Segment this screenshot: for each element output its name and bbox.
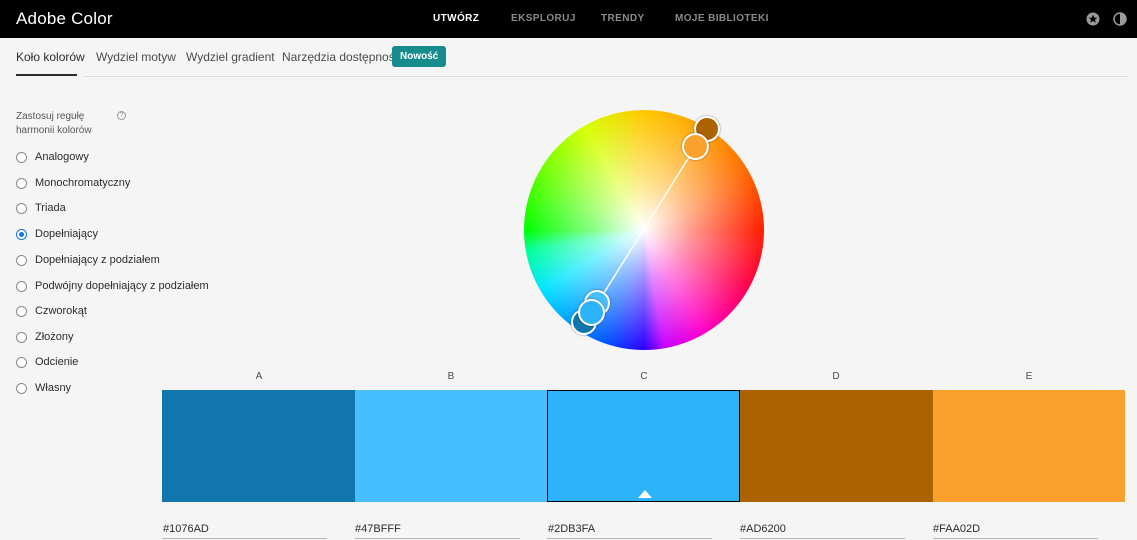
radio-label: Dopełniający z podziałem bbox=[35, 254, 160, 266]
harmony-connector bbox=[591, 145, 697, 313]
radio-button[interactable] bbox=[16, 332, 27, 343]
radio-label: Odcienie bbox=[35, 356, 79, 368]
radio-button[interactable] bbox=[16, 281, 27, 292]
radio-label: Podwójny dopełniający z podziałem bbox=[35, 280, 209, 292]
theme-toggle-icon[interactable] bbox=[1113, 12, 1127, 26]
swatch-letter-c: C bbox=[640, 371, 648, 382]
tab-extract-gradient[interactable]: Wydziel gradient bbox=[186, 50, 275, 64]
tab-color-wheel[interactable]: Koło kolorów bbox=[16, 50, 85, 64]
radio-button[interactable] bbox=[16, 203, 27, 214]
new-badge[interactable]: Nowość bbox=[392, 46, 447, 67]
active-tab-underline bbox=[16, 74, 77, 76]
hex-value-b[interactable]: #47BFFF bbox=[355, 523, 401, 535]
nav-explore[interactable]: EKSPLORUJ bbox=[511, 13, 576, 24]
swatch-letter-b: B bbox=[447, 371, 455, 382]
tab-accessibility-tools[interactable]: Narzędzia dostępności bbox=[282, 50, 403, 64]
hex-value-a[interactable]: #1076AD bbox=[163, 523, 209, 535]
radio-button[interactable] bbox=[16, 306, 27, 317]
swatch-c-selected[interactable] bbox=[547, 390, 740, 502]
hex-value-d[interactable]: #AD6200 bbox=[740, 523, 786, 535]
radio-label: Analogowy bbox=[35, 151, 89, 163]
radio-label: Dopełniający bbox=[35, 228, 98, 240]
selected-caret-icon bbox=[638, 490, 652, 498]
radio-button[interactable] bbox=[16, 383, 27, 394]
subnav-divider bbox=[84, 76, 1129, 77]
star-icon[interactable] bbox=[1086, 12, 1100, 26]
hex-value-e[interactable]: #FAA02D bbox=[933, 523, 980, 535]
swatch-a[interactable] bbox=[162, 390, 355, 502]
nav-create[interactable]: UTWÓRZ bbox=[433, 13, 479, 24]
hex-field-underline bbox=[355, 538, 520, 539]
radio-label: Czworokąt bbox=[35, 305, 87, 317]
swatch-e[interactable] bbox=[933, 390, 1125, 502]
swatch-letter-d: D bbox=[832, 371, 840, 382]
radio-label: Triada bbox=[35, 202, 66, 214]
hex-field-underline bbox=[933, 538, 1098, 539]
handle-e[interactable] bbox=[682, 133, 709, 160]
radio-button[interactable] bbox=[16, 357, 27, 368]
tab-extract-theme[interactable]: Wydziel motyw bbox=[96, 50, 176, 64]
nav-trends[interactable]: TRENDY bbox=[601, 13, 645, 24]
harmony-rule-label: Zastosuj regułę harmonii kolorów bbox=[16, 111, 92, 136]
top-bar: Adobe Color UTWÓRZ EKSPLORUJ TRENDY MOJE… bbox=[0, 0, 1137, 38]
swatch-d[interactable] bbox=[740, 390, 933, 502]
nav-my-libraries[interactable]: MOJE BIBLIOTEKI bbox=[675, 13, 769, 24]
main-nav: UTWÓRZ EKSPLORUJ TRENDY MOJE BIBLIOTEKI bbox=[0, 13, 1137, 27]
hex-field-underline bbox=[162, 538, 327, 539]
color-wheel[interactable] bbox=[524, 110, 764, 350]
radio-label: Własny bbox=[35, 382, 72, 394]
help-icon[interactable]: ? bbox=[117, 111, 126, 120]
radio-label: Złożony bbox=[35, 331, 74, 343]
hex-field-underline bbox=[740, 538, 905, 539]
hex-field-underline bbox=[547, 538, 712, 539]
sub-nav: Koło kolorów Wydziel motyw Wydziel gradi… bbox=[0, 38, 1137, 78]
handle-c-base[interactable] bbox=[578, 299, 605, 326]
radio-button[interactable] bbox=[16, 152, 27, 163]
radio-button-checked[interactable] bbox=[16, 229, 27, 240]
swatch-b[interactable] bbox=[355, 390, 548, 502]
hex-value-c[interactable]: #2DB3FA bbox=[548, 523, 595, 535]
radio-label: Monochromatyczny bbox=[35, 177, 131, 189]
swatch-letter-e: E bbox=[1025, 371, 1033, 382]
radio-button[interactable] bbox=[16, 178, 27, 189]
swatch-letter-a: A bbox=[255, 371, 263, 382]
radio-button[interactable] bbox=[16, 255, 27, 266]
